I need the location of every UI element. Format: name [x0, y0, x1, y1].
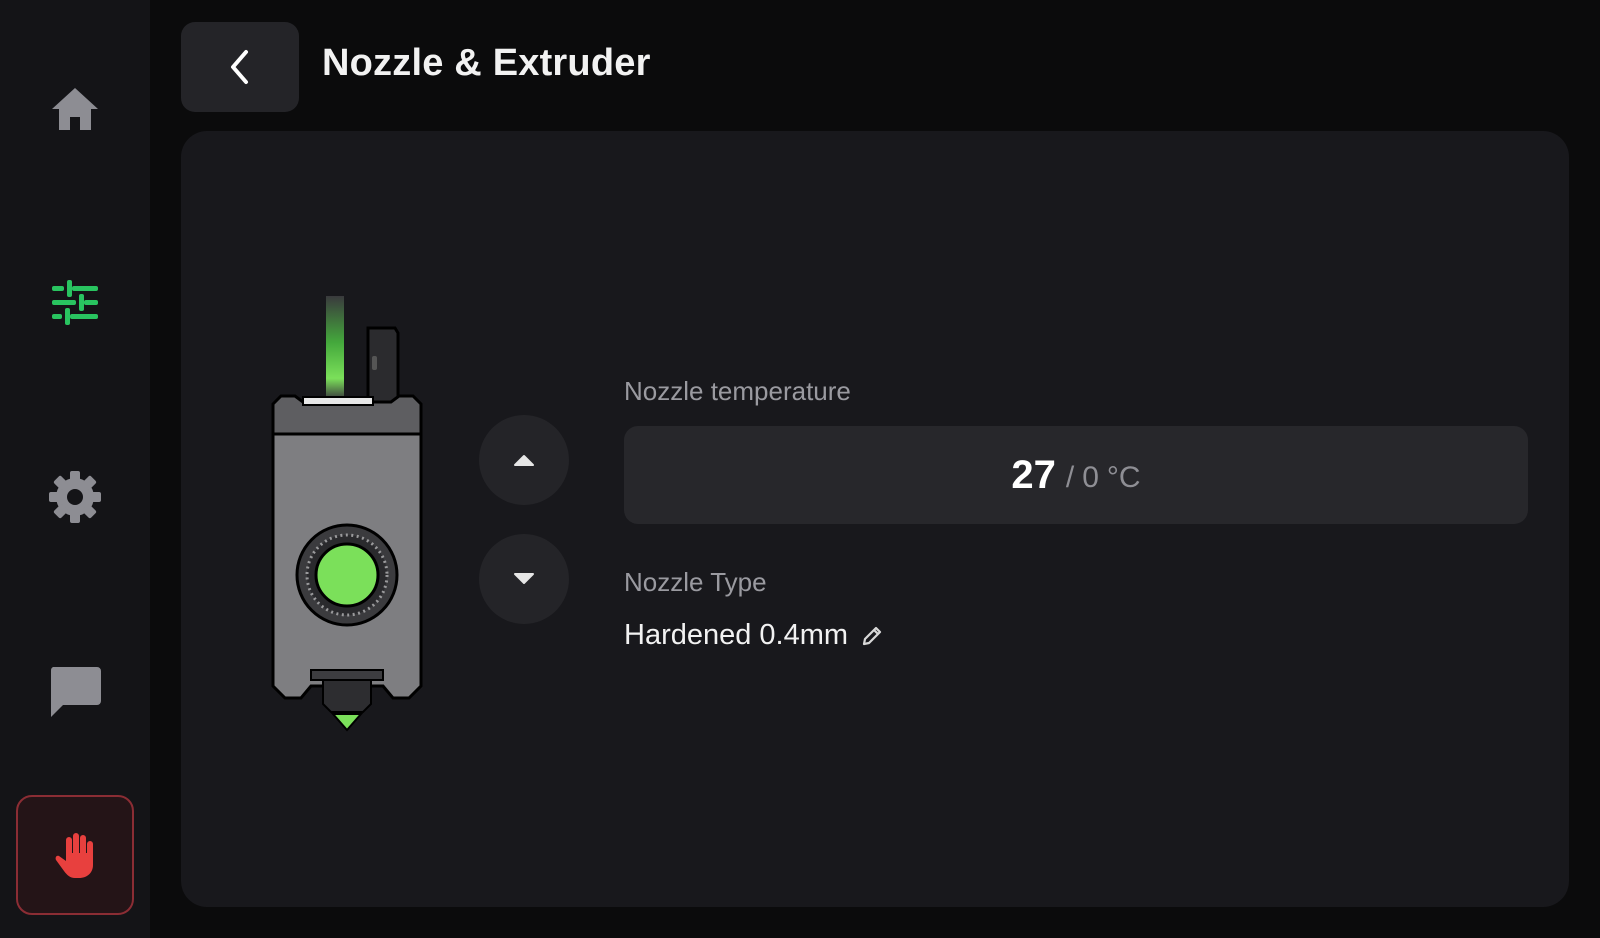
target-temperature: 0 — [1082, 461, 1099, 494]
nav-home-button[interactable] — [16, 50, 134, 168]
nav-controls-button[interactable] — [16, 244, 134, 362]
back-button[interactable] — [181, 22, 299, 112]
chevron-left-icon — [231, 50, 248, 84]
home-icon — [52, 88, 98, 130]
nozzle-type-value: Hardened 0.4mm — [624, 619, 849, 651]
gear-icon — [49, 471, 101, 523]
extruder-illustration — [271, 296, 423, 732]
temperature-unit: °C — [1106, 461, 1141, 494]
chat-icon — [50, 667, 101, 717]
extrude-down-button[interactable] — [479, 534, 569, 624]
nozzle-panel: Nozzle temperature 27 / 0 °C Nozzle Type… — [181, 131, 1569, 907]
temperature-separator: / — [1065, 461, 1075, 494]
nav-messages-button[interactable] — [16, 632, 134, 750]
sliders-icon — [52, 280, 98, 325]
caret-up-icon — [514, 455, 534, 466]
temperature-label: Nozzle temperature — [624, 376, 851, 406]
nozzle-type-selector[interactable]: Hardened 0.4mm — [624, 619, 884, 652]
pencil-icon[interactable] — [860, 624, 884, 648]
nav-settings-button[interactable] — [16, 438, 134, 556]
current-temperature: 27 — [1011, 452, 1056, 497]
extrude-up-button[interactable] — [479, 415, 569, 505]
temperature-field[interactable]: 27 / 0 °C — [624, 426, 1528, 524]
nozzle-type-label: Nozzle Type — [624, 567, 767, 597]
page-title: Nozzle & Extruder — [322, 42, 651, 84]
emergency-stop-button[interactable] — [16, 795, 134, 915]
caret-down-icon — [514, 573, 534, 584]
hand-stop-icon — [55, 833, 93, 878]
sidebar — [0, 0, 150, 938]
